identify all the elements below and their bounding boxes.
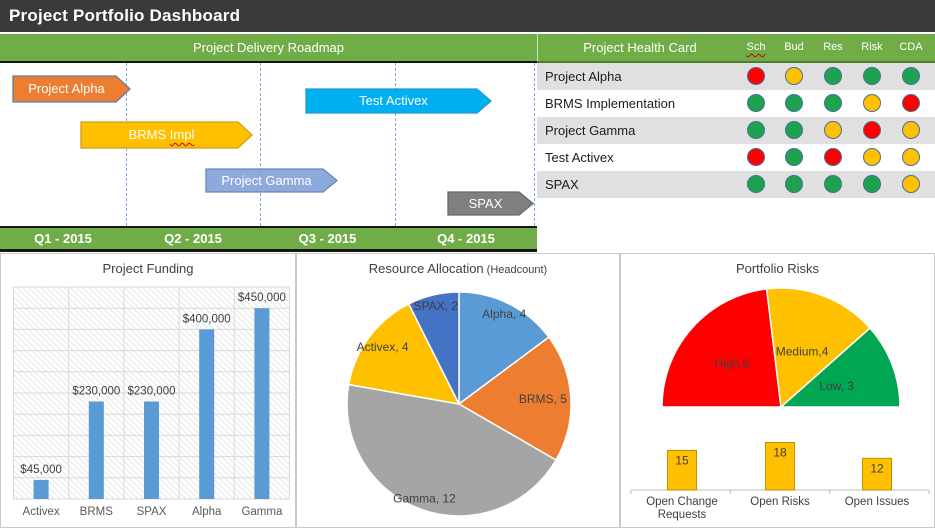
kpi-bar-label: Open Risks (725, 496, 835, 509)
funding-value-label: $230,000 (128, 385, 176, 397)
health-col-sch: Sch (737, 34, 775, 61)
quarter-q4: Q4 - 2015 (395, 228, 537, 249)
gauge-slice-high (662, 289, 781, 407)
quarter-q1: Q1 - 2015 (0, 228, 126, 249)
pie-slice-label: Alpha, 4 (482, 307, 526, 321)
quarter-q2: Q2 - 2015 (126, 228, 260, 249)
gauge-slice-label: Medium,4 (776, 344, 829, 358)
health-col-risk: Risk (853, 34, 891, 61)
health-col-cda: CDA (892, 34, 930, 61)
status-dot-green (902, 67, 920, 85)
pie-slice-label: Gamma, 12 (393, 492, 456, 506)
status-dot-red (863, 121, 881, 139)
status-dot-green (785, 121, 803, 139)
gauge-slice-label: Low, 3 (819, 379, 854, 393)
health-row-label: SPAX (545, 171, 579, 198)
roadmap-bar-label-test-activex: Test Activex (306, 89, 481, 113)
health-row-label: BRMS Implementation (545, 90, 675, 117)
status-dot-green (824, 175, 842, 193)
status-dot-yellow (785, 67, 803, 85)
health-row-label: Test Activex (545, 144, 614, 171)
funding-category-label: BRMS (80, 506, 114, 518)
status-dot-green (824, 67, 842, 85)
health-card-header: Project Health Card (537, 34, 743, 61)
health-row: BRMS Implementation (537, 90, 935, 117)
roadmap-bar-label-brms-impl: BRMS Impl (81, 122, 242, 148)
status-dot-yellow (902, 148, 920, 166)
delivery-roadmap: Project Alpha BRMS Impl Test Activex Projec… (0, 61, 537, 228)
risks-panel: Portfolio Risks High,6Medium,4Low, 31518… (620, 253, 935, 528)
pie-slice-label: SPAX, 2 (414, 299, 459, 313)
status-dot-green (863, 175, 881, 193)
resource-chart-svg: Alpha, 4 BRMS, 5 Gamma, 12 Activex, 4 SPAX, … (297, 254, 619, 527)
status-dot-green (785, 148, 803, 166)
health-row: Test Activex (537, 144, 935, 171)
status-dot-red (747, 148, 765, 166)
funding-category-label: Activex (23, 506, 60, 518)
funding-chart-svg: $45,000 Activex $230,000 BRMS $230,000 SPAX $4… (1, 254, 295, 527)
status-dot-green (824, 94, 842, 112)
status-dot-yellow (824, 121, 842, 139)
status-dot-green (747, 175, 765, 193)
pie-slice-label: Activex, 4 (357, 340, 409, 354)
health-col-res: Res (814, 34, 852, 61)
status-dot-yellow (863, 148, 881, 166)
roadmap-bar-label-project-alpha: Project Alpha (13, 76, 120, 102)
funding-category-label: SPAX (137, 506, 167, 518)
resource-panel: Resource Allocation(Headcount) Alpha, 4B… (296, 253, 620, 528)
status-dot-red (902, 94, 920, 112)
funding-bar-spax (144, 401, 159, 499)
kpi-bar-label: Open Change Requests (632, 496, 732, 522)
funding-category-label: Gamma (241, 506, 283, 518)
funding-bar-brms (89, 401, 104, 499)
status-dot-red (824, 148, 842, 166)
status-dot-yellow (902, 121, 920, 139)
status-dot-green (747, 94, 765, 112)
status-dot-green (785, 175, 803, 193)
funding-bar-gamma (254, 308, 269, 499)
status-dot-green (747, 121, 765, 139)
health-col-bud: Bud (775, 34, 813, 61)
health-row: Project Gamma (537, 117, 935, 144)
kpi-bar-label: Open Issues (822, 496, 932, 509)
quarter-axis: Q1 - 2015 Q2 - 2015 Q3 - 2015 Q4 - 2015 (0, 228, 537, 252)
page-title: Project Portfolio Dashboard (9, 6, 240, 25)
dashboard: Project Portfolio Dashboard Project Deli… (0, 0, 935, 528)
gauge-slice-label: High,6 (715, 357, 750, 371)
funding-bar-activex (34, 480, 49, 499)
funding-panel: Project Funding $45,000Activex$230,000BR… (0, 253, 296, 528)
status-dot-yellow (863, 94, 881, 112)
health-row-label: Project Gamma (545, 117, 635, 144)
health-row: Project Alpha (537, 63, 935, 90)
health-row-label: Project Alpha (545, 63, 622, 90)
funding-value-label: $45,000 (20, 464, 62, 476)
status-dot-red (747, 67, 765, 85)
risks-chart-svg: High,6 Medium,4 Low, 3 15 18 12 (621, 254, 934, 527)
status-dot-green (863, 67, 881, 85)
status-dot-green (785, 94, 803, 112)
pie-slice-label: BRMS, 5 (519, 392, 567, 406)
kpi-bar-value: 15 (675, 453, 689, 467)
section-header-bar: Project Delivery Roadmap Project Health … (0, 34, 935, 61)
health-row: SPAX (537, 171, 935, 198)
roadmap-bar-label-spax: SPAX (448, 192, 523, 215)
quarter-q3: Q3 - 2015 (260, 228, 395, 249)
funding-value-label: $400,000 (183, 313, 231, 325)
funding-value-label: $230,000 (72, 385, 120, 397)
funding-category-label: Alpha (192, 506, 222, 518)
status-dot-yellow (902, 175, 920, 193)
title-bar: Project Portfolio Dashboard (0, 0, 935, 32)
roadmap-bar-label-project-gamma: Project Gamma (206, 169, 327, 192)
roadmap-header: Project Delivery Roadmap (0, 34, 538, 61)
funding-bar-alpha (199, 329, 214, 499)
kpi-bar-value: 18 (773, 445, 787, 459)
funding-value-label: $450,000 (238, 292, 286, 304)
health-card-table: Project AlphaBRMS ImplementationProject … (537, 61, 935, 253)
kpi-bar-value: 12 (870, 461, 884, 475)
